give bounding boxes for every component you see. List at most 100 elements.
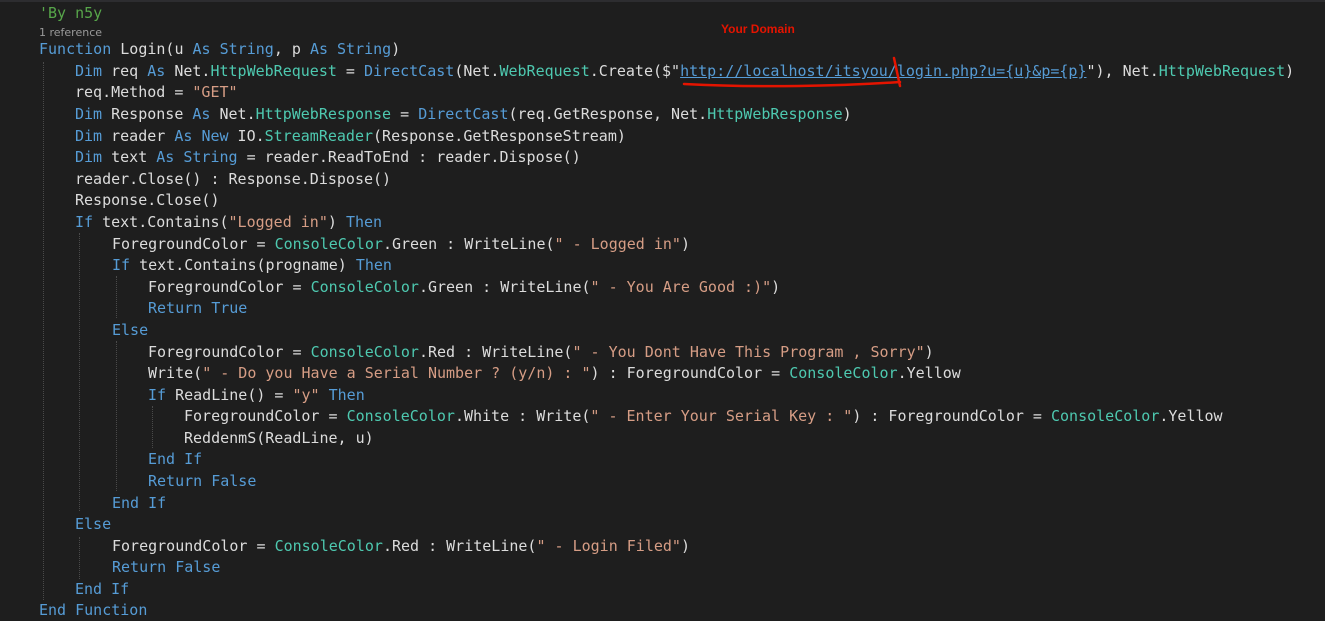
type-token: HttpWebRequest [1158, 62, 1286, 80]
keyword-token: Then [355, 256, 392, 274]
code-line[interactable]: End If [75, 579, 129, 600]
codelens-references[interactable]: 1 reference [39, 26, 102, 40]
code-line[interactable]: ForegroundColor = ConsoleColor.Green : W… [112, 234, 690, 255]
code-token: .White : Write( [454, 407, 591, 425]
code-line[interactable]: Return False [112, 557, 220, 578]
code-token: ) [391, 40, 401, 58]
code-token: ReadLine() = [166, 386, 293, 404]
code-token: req.Method = [75, 83, 193, 101]
keyword-token: Else [112, 321, 149, 339]
code-line[interactable]: Dim text As String = reader.ReadToEnd : … [75, 147, 581, 168]
keyword-token: End [75, 580, 103, 598]
keyword-token: As [156, 148, 175, 166]
code-token: ) [680, 537, 690, 555]
keyword-token: Return [112, 558, 167, 576]
code-line-request[interactable]: Dim req As Net.HttpWebRequest = DirectCa… [75, 61, 1294, 82]
type-token: ConsoleColor [789, 364, 898, 382]
code-token: Response [102, 105, 193, 123]
keyword-token: String [337, 40, 392, 58]
string-token: "Logged in" [228, 213, 328, 231]
indent-guide [79, 233, 80, 511]
type-token: HttpWebResponse [255, 105, 392, 123]
code-line[interactable]: Return False [148, 471, 256, 492]
code-token: ForegroundColor = [148, 278, 311, 296]
code-line[interactable]: Return True [148, 298, 247, 319]
keyword-token: False [175, 558, 221, 576]
keyword-token: Function [75, 601, 148, 619]
code-token: IO. [228, 127, 265, 145]
code-token: reader.Close() : Response.Dispose() [75, 170, 392, 188]
code-token: ForegroundColor = [112, 537, 275, 555]
type-token: WebRequest [499, 62, 590, 80]
keyword-token: If [75, 213, 94, 231]
url-link[interactable]: http://localhost/itsyou/login.php?u={u}&… [680, 62, 1086, 80]
annotation-underline [682, 80, 902, 88]
string-token: " - Login Filed" [536, 537, 681, 555]
annotation-label: Your Domain [721, 22, 795, 36]
code-token: .Red : WriteLine( [418, 343, 573, 361]
code-token: .Red : WriteLine( [382, 537, 537, 555]
code-line[interactable]: reader.Close() : Response.Dispose() [75, 169, 391, 190]
code-line-comment[interactable]: 'By n5y [39, 3, 102, 24]
code-token: ForegroundColor = [112, 235, 275, 253]
code-token: .Yellow [1159, 407, 1223, 425]
code-token: Response.Close() [75, 191, 220, 209]
code-token: .Create($" [589, 62, 681, 80]
code-line[interactable]: If ReadLine() = "y" Then [148, 385, 365, 406]
keyword-token: If [111, 580, 130, 598]
code-line[interactable]: If text.Contains("Logged in") Then [75, 212, 382, 233]
code-token: (req.GetResponse, Net. [508, 105, 708, 123]
keyword-token: Else [75, 515, 112, 533]
keyword-token: End [39, 601, 67, 619]
code-line[interactable]: End If [148, 449, 202, 470]
code-token: Net. [165, 62, 211, 80]
code-line[interactable]: ForegroundColor = ConsoleColor.White : W… [184, 406, 1223, 427]
keyword-token: New [201, 127, 229, 145]
code-line[interactable]: Else [75, 514, 111, 535]
string-token: "GET" [192, 83, 238, 101]
keyword-token: String [219, 40, 274, 58]
code-line[interactable]: Else [112, 320, 148, 341]
code-line[interactable]: Write(" - Do you Have a Serial Number ? … [148, 363, 961, 384]
code-line[interactable]: req.Method = "GET" [75, 82, 238, 103]
code-token: (Response.GetResponseStream) [373, 127, 626, 145]
code-line[interactable]: If text.Contains(progname) Then [112, 255, 392, 276]
code-token: ) [680, 235, 690, 253]
keyword-token: If [148, 386, 167, 404]
code-token: Net. [210, 105, 256, 123]
string-token: " - You Are Good :)" [590, 278, 772, 296]
code-token: req [102, 62, 148, 80]
type-token: HttpWebResponse [707, 105, 843, 123]
type-token: HttpWebRequest [210, 62, 337, 80]
code-line[interactable]: Response.Close() [75, 190, 220, 211]
keyword-token: As [174, 127, 193, 145]
keyword-token: As [192, 105, 211, 123]
code-token: (Net. [454, 62, 500, 80]
code-token: = [391, 105, 419, 123]
code-line[interactable]: Dim Response As Net.HttpWebResponse = Di… [75, 104, 852, 125]
code-line[interactable]: ForegroundColor = ConsoleColor.Red : Wri… [148, 342, 934, 363]
string-token: " - Logged in" [554, 235, 681, 253]
code-line[interactable]: Dim reader As New IO.StreamReader(Respon… [75, 126, 626, 147]
keyword-token: Return [148, 299, 203, 317]
string-token: " - Enter Your Serial Key : " [590, 407, 853, 425]
code-token: Write( [148, 364, 203, 382]
keyword-token: Dim [75, 62, 103, 80]
code-line[interactable]: ForegroundColor = ConsoleColor.Green : W… [148, 277, 780, 298]
code-line[interactable]: ForegroundColor = ConsoleColor.Red : Wri… [112, 536, 690, 557]
code-line[interactable]: End If [112, 493, 166, 514]
code-line[interactable]: ReddenmS(ReadLine, u) [184, 428, 374, 449]
indent-guide [79, 537, 80, 579]
indent-guide [116, 276, 117, 318]
code-token: ) [771, 278, 781, 296]
code-editor[interactable]: 'By n5y 1 reference Function Login(u As … [0, 0, 1325, 621]
code-token: ReddenmS(ReadLine, u) [184, 429, 374, 447]
code-line[interactable]: End Function [39, 600, 147, 621]
code-line-function-decl[interactable]: Function Login(u As String, p As String) [39, 39, 400, 60]
